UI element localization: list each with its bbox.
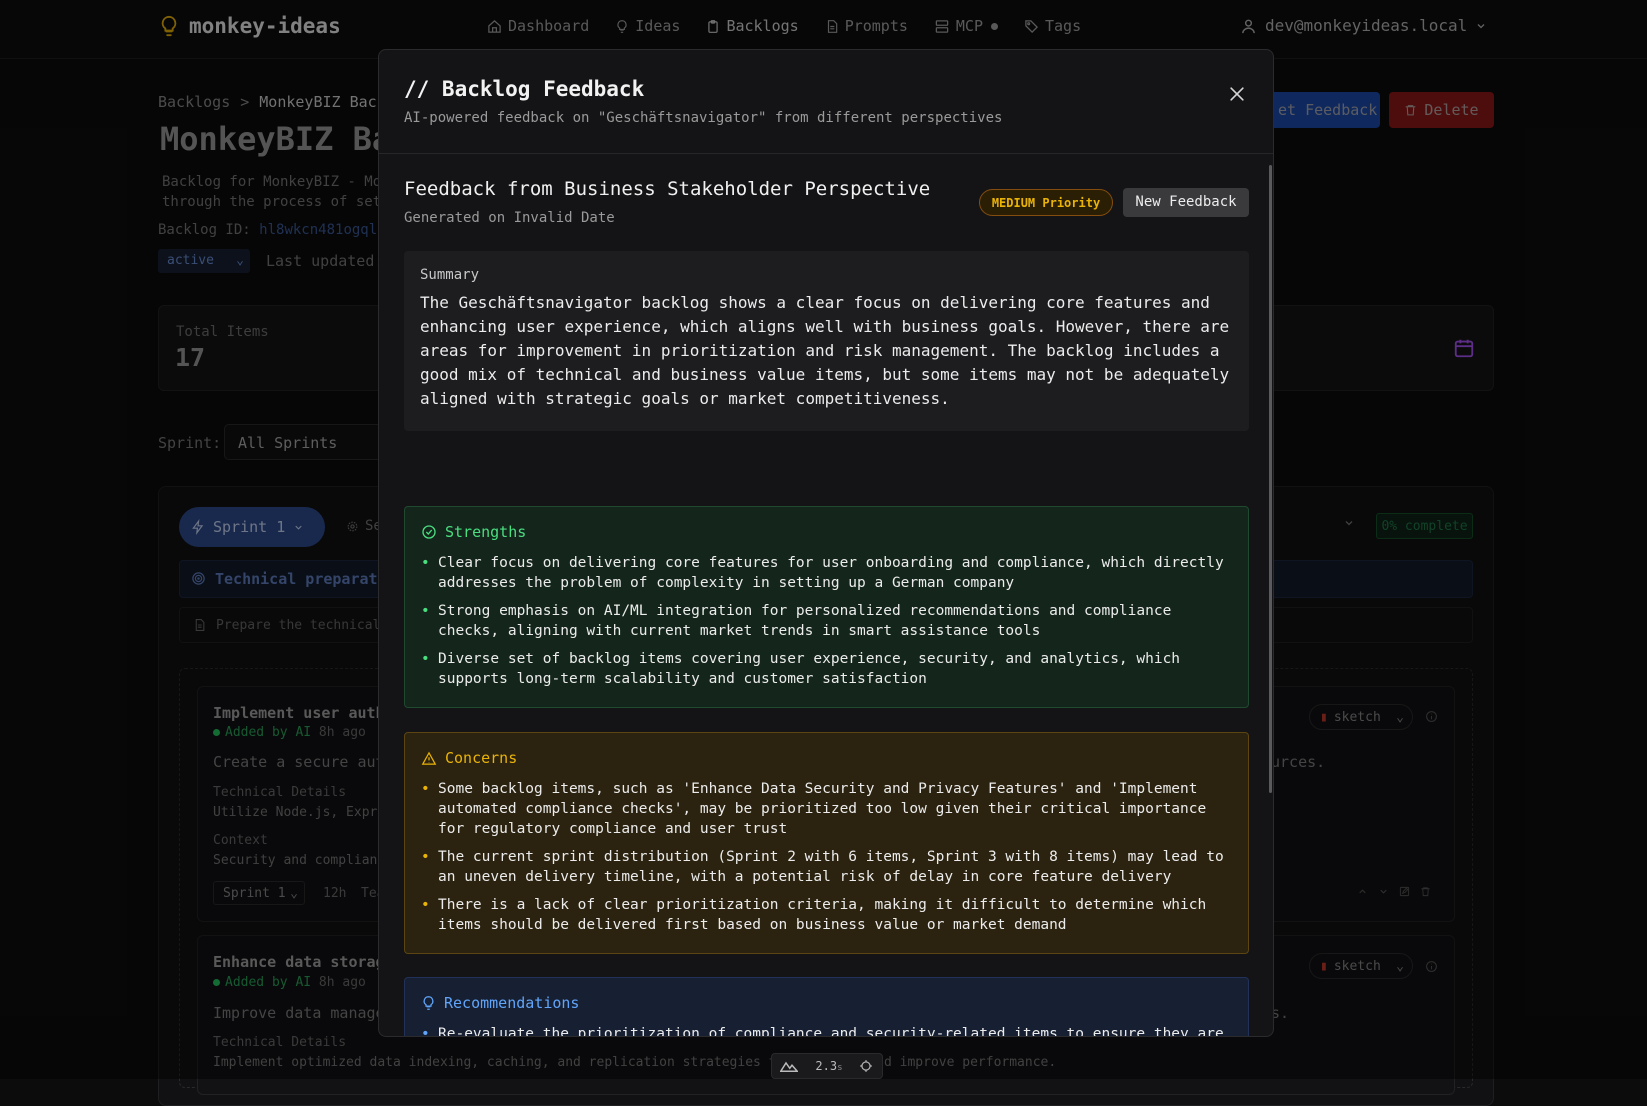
summary-box: Summary The Geschäftsnavigator backlog s…: [404, 251, 1249, 431]
list-item-text: Diverse set of backlog items covering us…: [438, 651, 1181, 687]
summary-text: The Geschäftsnavigator backlog shows a c…: [420, 293, 1230, 408]
priority-badge: MEDIUM Priority: [979, 189, 1113, 216]
list-item: • Strong emphasis on AI/ML integration fo…: [421, 601, 1232, 641]
performance-indicator[interactable]: 2.3s: [771, 1053, 883, 1079]
bullet: •: [421, 555, 430, 571]
list-item-text: Re-evaluate the prioritization of compli…: [438, 1026, 1224, 1037]
crosshair-icon: [859, 1059, 873, 1073]
summary-label: Summary: [420, 267, 480, 283]
list-item-text: Some backlog items, such as 'Enhance Dat…: [438, 781, 1207, 837]
warning-icon: [421, 751, 437, 766]
lightbulb-icon: [421, 995, 436, 1011]
new-feedback-button[interactable]: New Feedback: [1123, 188, 1249, 217]
concerns-label: Concerns: [445, 749, 518, 767]
list-item-text: Clear focus on delivering core features …: [438, 555, 1224, 591]
close-button[interactable]: [1227, 84, 1247, 104]
strengths-header: Strengths: [421, 523, 1232, 541]
feedback-modal: // Backlog Feedback AI-powered feedback …: [378, 49, 1274, 1037]
scrollbar[interactable]: [1269, 165, 1272, 793]
bullet: •: [421, 897, 430, 913]
modal-title: // Backlog Feedback: [404, 77, 645, 101]
list-item: • The current sprint distribution (Sprint…: [421, 847, 1232, 887]
close-icon: [1227, 84, 1247, 104]
recommendations-list: • Re-evaluate the prioritization of compl…: [421, 1024, 1232, 1037]
performance-value: 2.3s: [815, 1059, 843, 1073]
strengths-section: Strengths • Clear focus on delivering cor…: [404, 506, 1249, 708]
feedback-title: Feedback from Business Stakeholder Persp…: [404, 178, 931, 200]
list-item: • Re-evaluate the prioritization of compl…: [421, 1024, 1232, 1037]
concerns-header: Concerns: [421, 749, 1232, 767]
strengths-list: • Clear focus on delivering core features…: [421, 553, 1232, 689]
list-item-text: The current sprint distribution (Sprint …: [438, 849, 1224, 885]
recommendations-header: Recommendations: [421, 994, 1232, 1012]
recommendations-section: Recommendations • Re-evaluate the priorit…: [404, 977, 1249, 1037]
mountain-icon: [780, 1060, 799, 1072]
list-item: • There is a lack of clear prioritization…: [421, 895, 1232, 935]
strengths-label: Strengths: [445, 523, 527, 541]
bullet: •: [421, 603, 430, 619]
list-item-text: There is a lack of clear prioritization …: [438, 897, 1207, 933]
bullet: •: [421, 1026, 430, 1037]
list-item-text: Strong emphasis on AI/ML integration for…: [438, 603, 1172, 639]
list-item: • Diverse set of backlog items covering u…: [421, 649, 1232, 689]
concerns-section: Concerns • Some backlog items, such as 'E…: [404, 732, 1249, 954]
bullet: •: [421, 781, 430, 797]
bullet: •: [421, 849, 430, 865]
list-item: • Some backlog items, such as 'Enhance Da…: [421, 779, 1232, 839]
modal-subtitle: AI-powered feedback on "Geschäftsnavigat…: [404, 110, 1003, 126]
concerns-list: • Some backlog items, such as 'Enhance Da…: [421, 779, 1232, 935]
recommendations-label: Recommendations: [444, 994, 580, 1012]
check-circle-icon: [421, 524, 437, 540]
modal-header: // Backlog Feedback AI-powered feedback …: [379, 50, 1273, 154]
feedback-generated: Generated on Invalid Date: [404, 210, 615, 226]
list-item: • Clear focus on delivering core features…: [421, 553, 1232, 593]
bullet: •: [421, 651, 430, 667]
